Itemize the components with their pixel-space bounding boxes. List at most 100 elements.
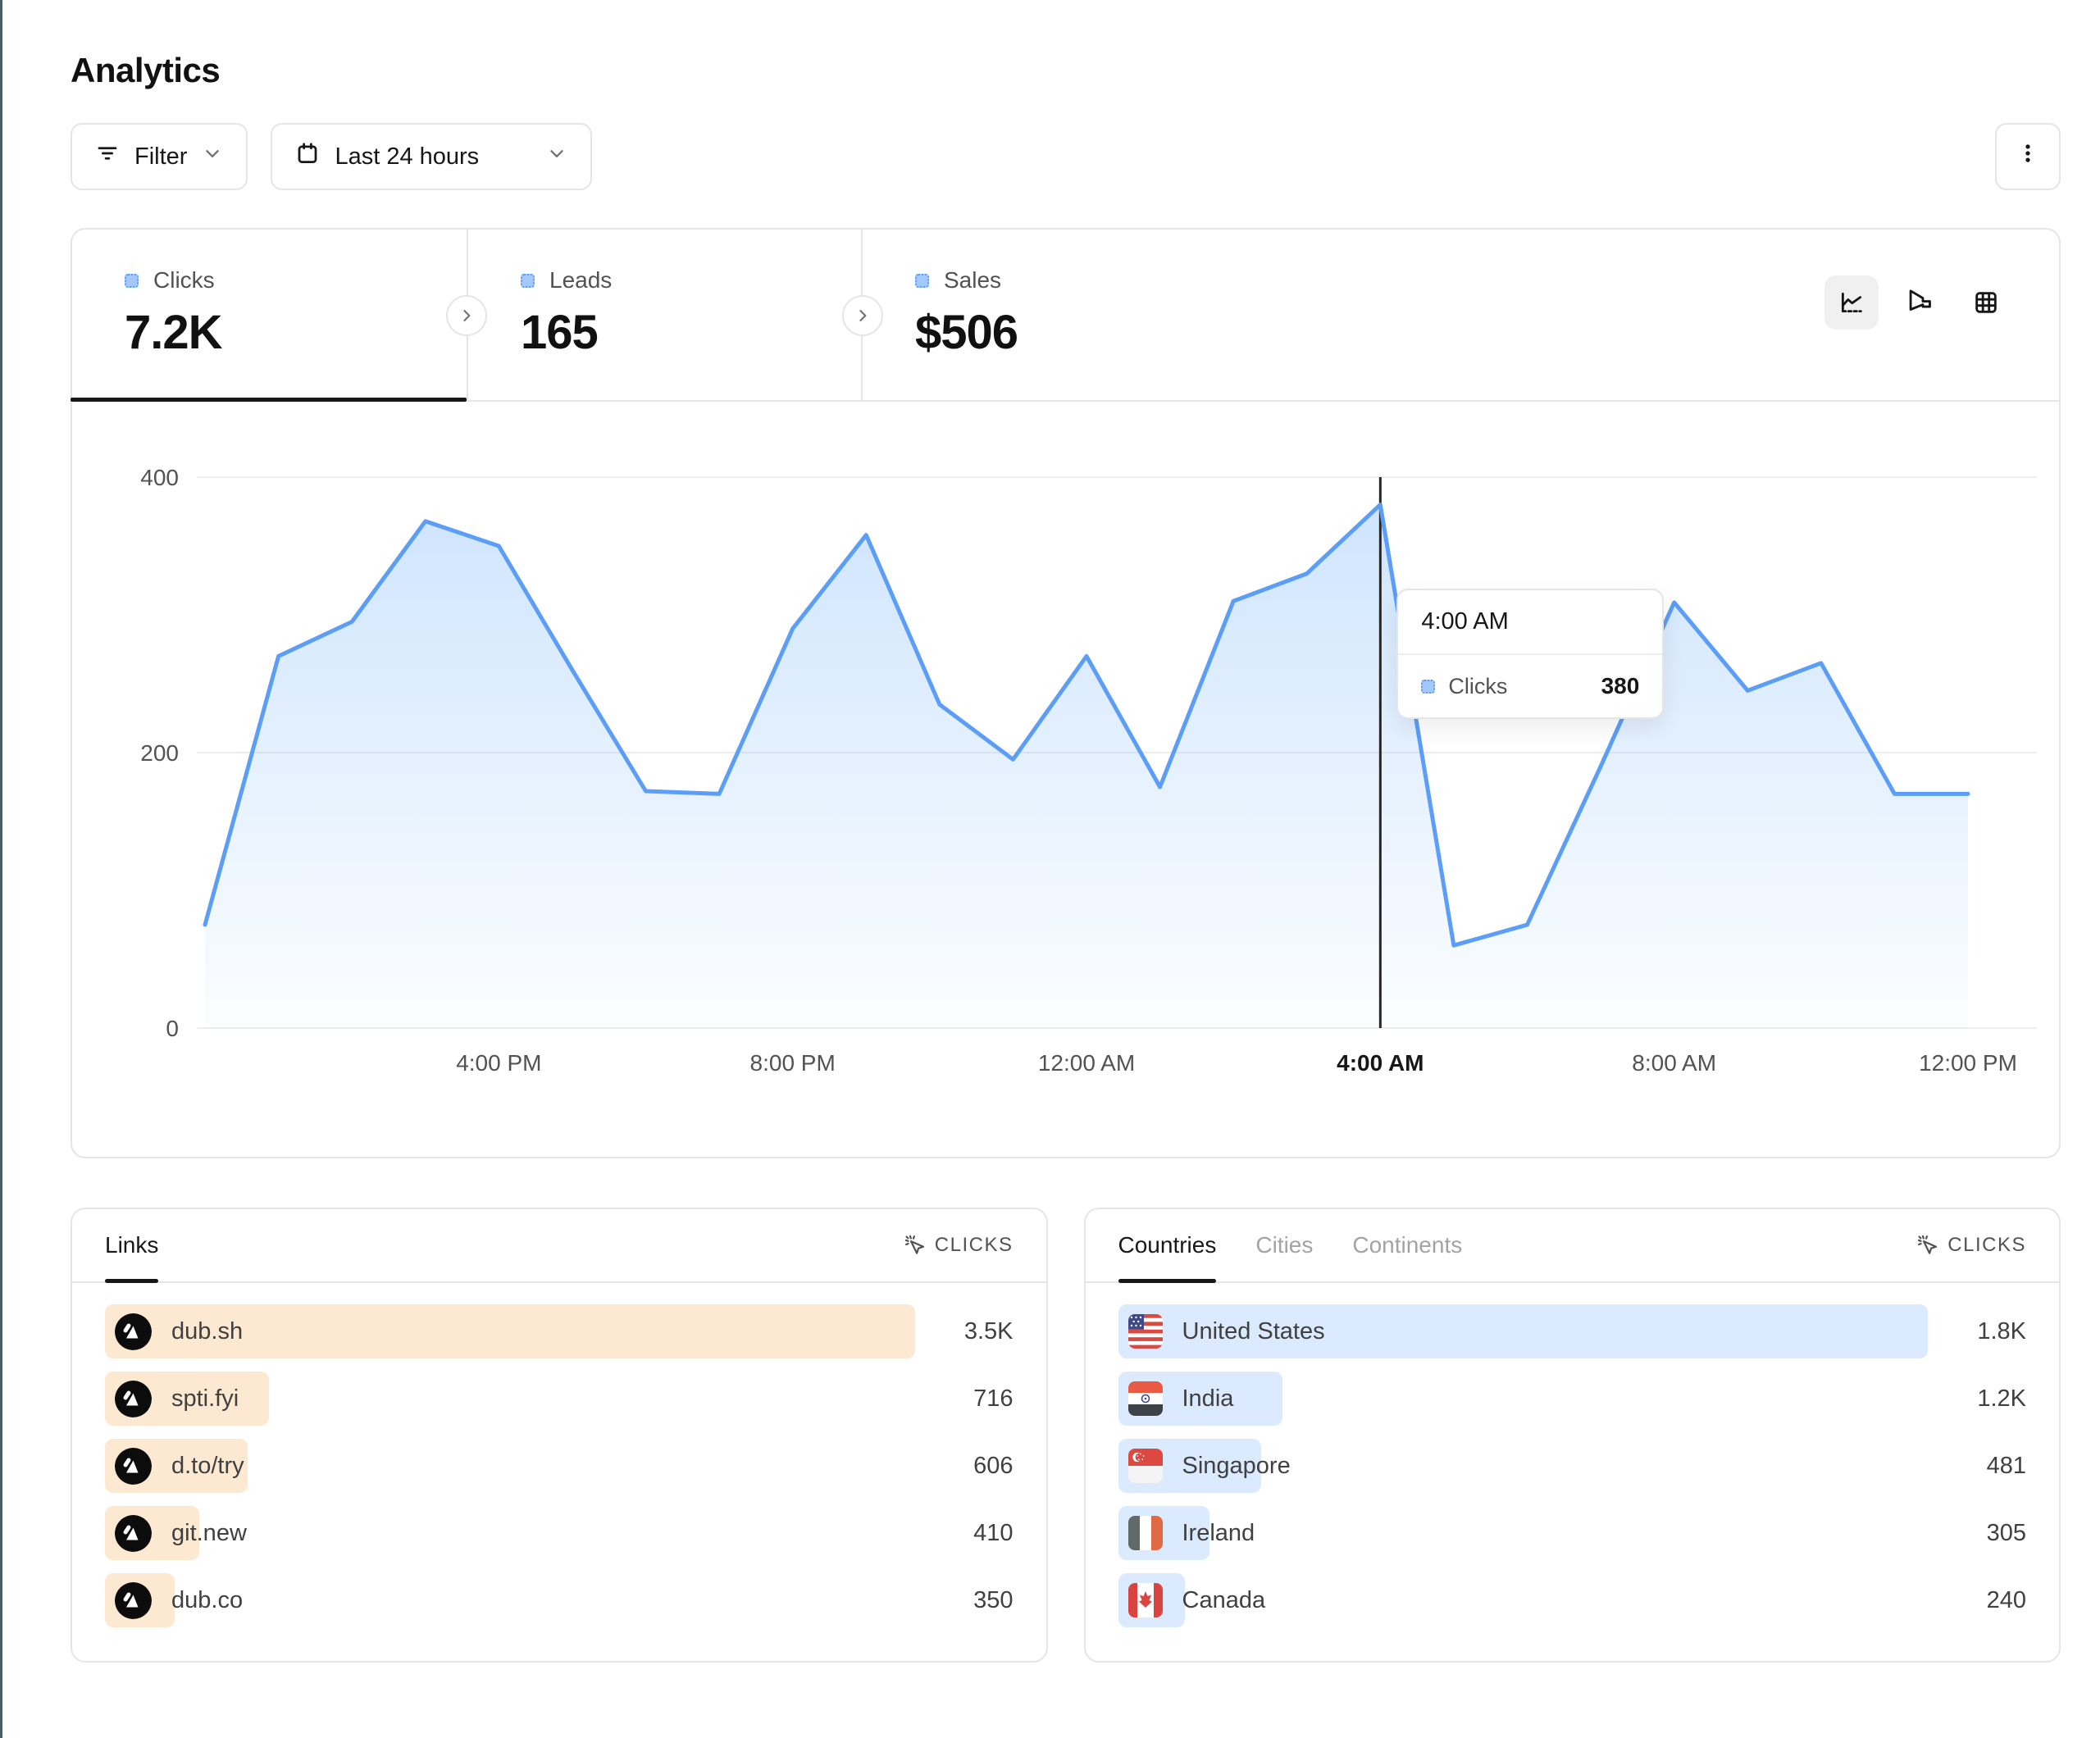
tab-leads-label: Leads (549, 267, 612, 293)
link-row[interactable]: spti.fyi 716 (105, 1372, 1014, 1426)
row-label: Ireland (1182, 1520, 1255, 1547)
chart-canvas: 02004004:00 PM8:00 PM12:00 AM4:00 AM8:00… (72, 434, 2059, 1156)
bar-area: d.to/try (105, 1439, 915, 1493)
filter-button[interactable]: Filter (71, 123, 248, 190)
x-axis-tick: 8:00 PM (750, 1050, 836, 1076)
row-label: dub.co (171, 1587, 243, 1614)
row-label: Singapore (1182, 1453, 1291, 1480)
link-row[interactable]: d.to/try606 (105, 1439, 1014, 1493)
tab-links[interactable]: Links (105, 1209, 158, 1281)
table-icon[interactable] (1959, 275, 2013, 330)
row-content: dub.sh (105, 1304, 915, 1358)
y-axis-tick: 200 (140, 740, 179, 766)
row-value: 240 (1928, 1587, 2026, 1614)
row-content: dub.co (105, 1573, 915, 1627)
tab-cities[interactable]: Cities (1255, 1209, 1313, 1281)
bar-area: United States (1118, 1304, 1929, 1358)
tab-links-label: Links (105, 1232, 158, 1258)
tab-leads[interactable]: Leads 165 (467, 230, 861, 400)
country-row[interactable]: Singapore 481 (1118, 1439, 2027, 1493)
tab-clicks-label: Clicks (153, 267, 215, 293)
row-label: United States (1182, 1318, 1325, 1345)
row-value: 716 (915, 1385, 1014, 1413)
row-label: India (1182, 1385, 1234, 1413)
tooltip-legend-swatch (1421, 680, 1435, 694)
row-content: d.to/try (105, 1439, 915, 1493)
bar-area: dub.sh (105, 1304, 915, 1358)
x-axis-tick: 12:00 PM (1919, 1050, 2017, 1076)
leads-legend-swatch (521, 274, 535, 288)
x-axis-tick: 8:00 AM (1632, 1050, 1716, 1076)
clicks-area-chart[interactable]: 02004004:00 PM8:00 PM12:00 AM4:00 AM8:00… (72, 434, 2059, 1156)
country-row[interactable]: India 1.2K (1118, 1372, 2027, 1426)
calendar-icon (295, 141, 320, 172)
tab-sales[interactable]: Sales $506 (861, 230, 1255, 400)
chevron-down-icon (546, 143, 567, 171)
line-chart-icon[interactable] (1824, 275, 1879, 330)
country-row[interactable]: United States1.8K (1118, 1304, 2027, 1358)
countries-metric-label: CLICKS (1947, 1234, 2026, 1257)
tooltip-value: 380 (1601, 673, 1640, 699)
row-content: India (1118, 1372, 1929, 1426)
tab-continents-label: Continents (1352, 1232, 1462, 1258)
x-axis-tick: 4:00 PM (456, 1050, 541, 1076)
link-row[interactable]: dub.co 350 (105, 1573, 1014, 1627)
date-range-button[interactable]: Last 24 hours (271, 123, 592, 190)
link-row[interactable]: dub.sh3.5K (105, 1304, 1014, 1358)
date-range-label: Last 24 hours (335, 143, 531, 171)
dub-logo-icon (115, 1448, 152, 1485)
link-row[interactable]: git.new410 (105, 1506, 1014, 1560)
countries-panel: Countries Cities Continents (1084, 1208, 2061, 1663)
analytics-page: Analytics Filter Last 24 hours (2, 0, 2100, 1663)
countries-rows: United States1.8K India 1.2K Singapore 481 Ir… (1086, 1283, 2060, 1640)
y-axis-tick: 0 (166, 1016, 179, 1041)
expand-leads-chevron-button[interactable] (842, 295, 883, 336)
filter-button-label: Filter (134, 143, 187, 171)
dub-logo-icon (115, 1381, 152, 1417)
ca-flag-icon (1128, 1583, 1163, 1617)
countries-panel-header: Countries Cities Continents (1086, 1209, 2060, 1283)
countries-tab-underline (1118, 1279, 1217, 1283)
page-title: Analytics (71, 51, 2061, 90)
row-value: 606 (915, 1453, 1014, 1480)
links-metric-selector[interactable]: CLICKS (902, 1232, 1014, 1259)
stats-tabs: Clicks 7.2K Leads 165 Sales $506 (72, 230, 2059, 402)
tab-sales-value: $506 (915, 305, 1255, 360)
row-content: Singapore (1118, 1439, 1929, 1493)
country-row[interactable]: Canada 240 (1118, 1573, 2027, 1627)
expand-clicks-chevron-button[interactable] (446, 295, 487, 336)
row-value: 350 (915, 1587, 1014, 1614)
analytics-chart-card: Clicks 7.2K Leads 165 Sales $506 (71, 228, 2061, 1158)
row-label: Canada (1182, 1587, 1266, 1614)
bar-area: dub.co (105, 1573, 915, 1627)
chart-tooltip: 4:00 AM Clicks 380 (1396, 589, 1664, 719)
breakdown-panels: Links CLICKS dub.sh3.5Kspti.fyi716d.to/t… (71, 1208, 2061, 1663)
ie-flag-icon (1128, 1516, 1163, 1550)
tab-countries[interactable]: Countries (1118, 1209, 1217, 1281)
tab-leads-value: 165 (521, 305, 861, 360)
funnel-chart-icon[interactable] (1892, 275, 1946, 330)
more-options-button[interactable] (1995, 123, 2061, 190)
tab-clicks[interactable]: Clicks 7.2K (72, 230, 467, 400)
toolbar: Filter Last 24 hours (71, 123, 2061, 190)
country-row[interactable]: Ireland 305 (1118, 1506, 2027, 1560)
in-flag-icon (1128, 1381, 1163, 1416)
countries-metric-selector[interactable]: CLICKS (1915, 1232, 2026, 1259)
links-panel-header: Links CLICKS (72, 1209, 1046, 1283)
links-panel: Links CLICKS dub.sh3.5Kspti.fyi716d.to/t… (71, 1208, 1048, 1663)
row-content: spti.fyi (105, 1372, 915, 1426)
row-label: git.new (171, 1520, 247, 1547)
row-label: spti.fyi (171, 1385, 239, 1413)
tab-continents[interactable]: Continents (1352, 1209, 1462, 1281)
bar-area: India (1118, 1372, 1929, 1426)
us-flag-icon (1128, 1314, 1163, 1349)
row-value: 305 (1928, 1520, 2026, 1547)
filter-icon (95, 141, 120, 172)
active-tab-underline (71, 398, 467, 402)
links-rows: dub.sh3.5Kspti.fyi716d.to/try606git.new4… (72, 1283, 1046, 1640)
bar-area: Canada (1118, 1573, 1929, 1627)
row-value: 1.2K (1928, 1385, 2026, 1413)
row-value: 481 (1928, 1453, 2026, 1480)
links-metric-label: CLICKS (935, 1234, 1014, 1257)
tab-cities-label: Cities (1255, 1232, 1313, 1258)
